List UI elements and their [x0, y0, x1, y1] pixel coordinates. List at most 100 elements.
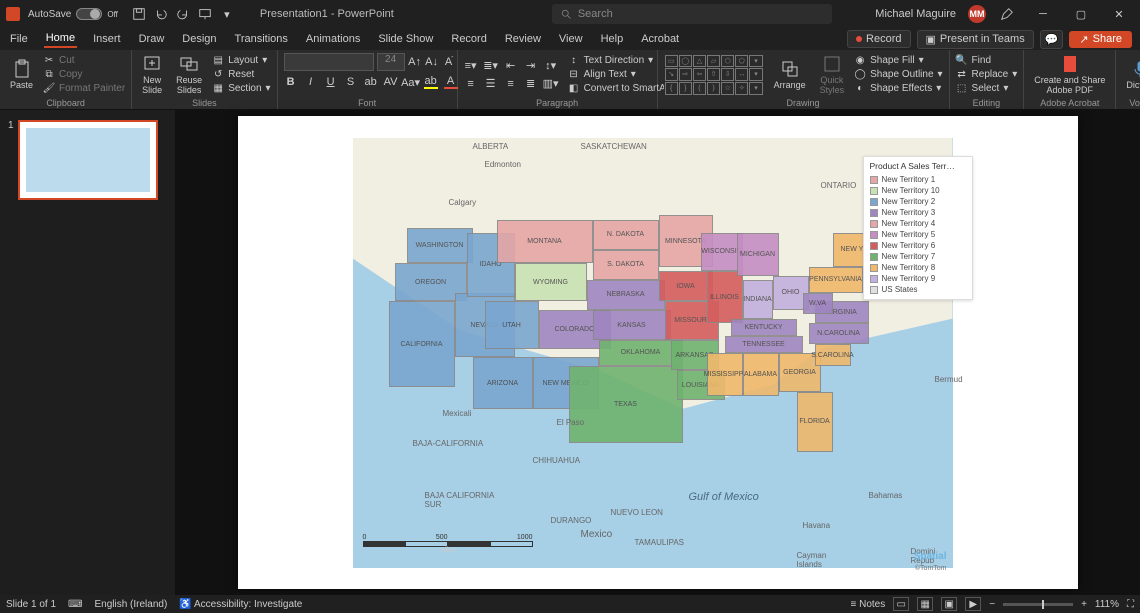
- spellcheck-icon[interactable]: ⌨: [68, 599, 82, 610]
- present-teams-button[interactable]: ▣Present in Teams: [917, 30, 1034, 49]
- maximize-button[interactable]: ▢: [1066, 4, 1096, 24]
- case-icon[interactable]: Aa▾: [404, 75, 418, 89]
- zoom-slider[interactable]: [1003, 603, 1073, 606]
- map-legend[interactable]: Product A Sales Terr… New Territory 1New…: [863, 156, 973, 300]
- undo-icon[interactable]: [154, 7, 168, 21]
- record-button[interactable]: Record: [847, 30, 910, 48]
- format-painter-button[interactable]: 🖌Format Painter: [43, 83, 125, 95]
- copy-button[interactable]: ⧉Copy: [43, 69, 125, 81]
- quick-styles-button[interactable]: Quick Styles: [816, 54, 849, 95]
- avatar[interactable]: MM: [968, 5, 986, 23]
- pen-icon[interactable]: [1000, 7, 1014, 21]
- find-button[interactable]: 🔍Find: [956, 55, 1018, 67]
- thumbnail-panel[interactable]: 1: [0, 110, 175, 595]
- tab-home[interactable]: Home: [44, 30, 77, 48]
- tab-draw[interactable]: Draw: [137, 31, 167, 47]
- user-name[interactable]: Michael Maguire: [875, 8, 956, 20]
- tab-transitions[interactable]: Transitions: [233, 31, 290, 47]
- justify-icon[interactable]: ≣: [524, 77, 538, 91]
- decrease-font-icon[interactable]: A↓: [425, 55, 439, 69]
- language-indicator[interactable]: English (Ireland): [94, 599, 167, 610]
- layout-button[interactable]: ▤Layout ▾: [212, 55, 270, 67]
- group-drawing: ▭◯△▱⬡⬠▾ ↘⇨⇦⇧⇩↔▾ {}()☆✧▾ Arrange Quick St…: [658, 50, 950, 109]
- present-icon[interactable]: [198, 7, 212, 21]
- shape-outline-button[interactable]: ◯Shape Outline ▾: [854, 69, 942, 81]
- clear-format-icon[interactable]: Aֿ: [442, 55, 456, 69]
- select-button[interactable]: ⬚Select ▾: [956, 83, 1018, 95]
- slide-thumbnail-1[interactable]: [18, 120, 158, 200]
- align-left-icon[interactable]: ≡: [464, 77, 478, 91]
- cut-icon: ✂: [43, 55, 55, 67]
- italic-icon[interactable]: I: [304, 75, 318, 89]
- new-slide-button[interactable]: New Slide: [138, 54, 166, 95]
- reading-view-icon[interactable]: ▣: [941, 597, 957, 611]
- indent-dec-icon[interactable]: ⇤: [504, 59, 518, 73]
- paste-label: Paste: [10, 80, 33, 90]
- highlight-icon[interactable]: ab: [424, 75, 438, 89]
- cut-button[interactable]: ✂Cut: [43, 55, 125, 67]
- tab-insert[interactable]: Insert: [91, 31, 123, 47]
- zoom-out-button[interactable]: −: [989, 599, 995, 610]
- close-button[interactable]: ✕: [1104, 4, 1134, 24]
- shape-effects-button[interactable]: ◐Shape Effects ▾: [854, 83, 942, 95]
- tab-acrobat[interactable]: Acrobat: [639, 31, 681, 47]
- qat-overflow-icon[interactable]: ▾: [220, 7, 234, 21]
- paste-button[interactable]: Paste: [6, 59, 37, 90]
- spacing-icon[interactable]: AV: [384, 75, 398, 89]
- tab-record[interactable]: Record: [449, 31, 488, 47]
- legend-item-label: US States: [882, 285, 918, 294]
- new-slide-icon: [142, 54, 162, 74]
- search-input[interactable]: Search: [552, 4, 832, 24]
- reset-button[interactable]: ↺Reset: [212, 69, 270, 81]
- save-icon[interactable]: [132, 7, 146, 21]
- shapes-gallery[interactable]: ▭◯△▱⬡⬠▾ ↘⇨⇦⇧⇩↔▾ {}()☆✧▾: [664, 54, 764, 96]
- bullets-icon[interactable]: ≡▾: [464, 59, 478, 73]
- tab-animations[interactable]: Animations: [304, 31, 362, 47]
- tab-slideshow[interactable]: Slide Show: [376, 31, 435, 47]
- font-family-select[interactable]: [284, 53, 374, 71]
- create-pdf-button[interactable]: Create and Share Adobe PDF: [1030, 54, 1109, 95]
- columns-icon[interactable]: ▥▾: [544, 77, 558, 91]
- reuse-slides-button[interactable]: Reuse Slides: [172, 54, 206, 95]
- dictate-button[interactable]: Dictate: [1122, 59, 1140, 90]
- font-size-select[interactable]: 24: [377, 53, 405, 71]
- fit-to-window-button[interactable]: ⛶: [1127, 599, 1134, 610]
- arrange-button[interactable]: Arrange: [770, 59, 810, 90]
- share-button[interactable]: ↗Share: [1069, 31, 1132, 48]
- redo-icon[interactable]: [176, 7, 190, 21]
- comments-button[interactable]: 💬: [1040, 30, 1064, 49]
- tab-help[interactable]: Help: [599, 31, 626, 47]
- increase-font-icon[interactable]: A↑: [408, 55, 422, 69]
- sorter-view-icon[interactable]: ▦: [917, 597, 933, 611]
- normal-view-icon[interactable]: ▭: [893, 597, 909, 611]
- zoom-in-button[interactable]: +: [1081, 599, 1087, 610]
- tab-review[interactable]: Review: [503, 31, 543, 47]
- align-center-icon[interactable]: ☰: [484, 77, 498, 91]
- slide-editor[interactable]: WASHINGTONOREGONCALIFORNIANEVADAIDAHOMON…: [175, 110, 1140, 595]
- bold-icon[interactable]: B: [284, 75, 298, 89]
- numbering-icon[interactable]: ≣▾: [484, 59, 498, 73]
- tab-design[interactable]: Design: [180, 31, 218, 47]
- align-right-icon[interactable]: ≡: [504, 77, 518, 91]
- zoom-level[interactable]: 111%: [1095, 599, 1119, 610]
- shadow-icon[interactable]: ab: [364, 75, 378, 89]
- replace-button[interactable]: ⇄Replace ▾: [956, 69, 1018, 81]
- tab-file[interactable]: File: [8, 31, 30, 47]
- section-button[interactable]: ▦Section ▾: [212, 83, 270, 95]
- underline-icon[interactable]: U: [324, 75, 338, 89]
- toggle-icon[interactable]: [76, 8, 102, 20]
- line-spacing-icon[interactable]: ↕▾: [544, 59, 558, 73]
- autosave-toggle[interactable]: AutoSave Off: [28, 8, 118, 20]
- slideshow-view-icon[interactable]: ▶: [965, 597, 981, 611]
- font-color-icon[interactable]: A: [444, 75, 458, 89]
- strike-icon[interactable]: S: [344, 75, 358, 89]
- legend-item-label: New Territory 6: [882, 241, 936, 250]
- indent-inc-icon[interactable]: ⇥: [524, 59, 538, 73]
- notes-button[interactable]: ≡ Notes: [850, 599, 885, 610]
- accessibility-indicator[interactable]: ♿ Accessibility: Investigate: [179, 599, 302, 610]
- slide-canvas[interactable]: WASHINGTONOREGONCALIFORNIANEVADAIDAHOMON…: [238, 116, 1078, 589]
- slide-indicator[interactable]: Slide 1 of 1: [6, 599, 56, 610]
- shape-fill-button[interactable]: ◉Shape Fill ▾: [854, 55, 942, 67]
- tab-view[interactable]: View: [557, 31, 585, 47]
- minimize-button[interactable]: ─: [1028, 4, 1058, 24]
